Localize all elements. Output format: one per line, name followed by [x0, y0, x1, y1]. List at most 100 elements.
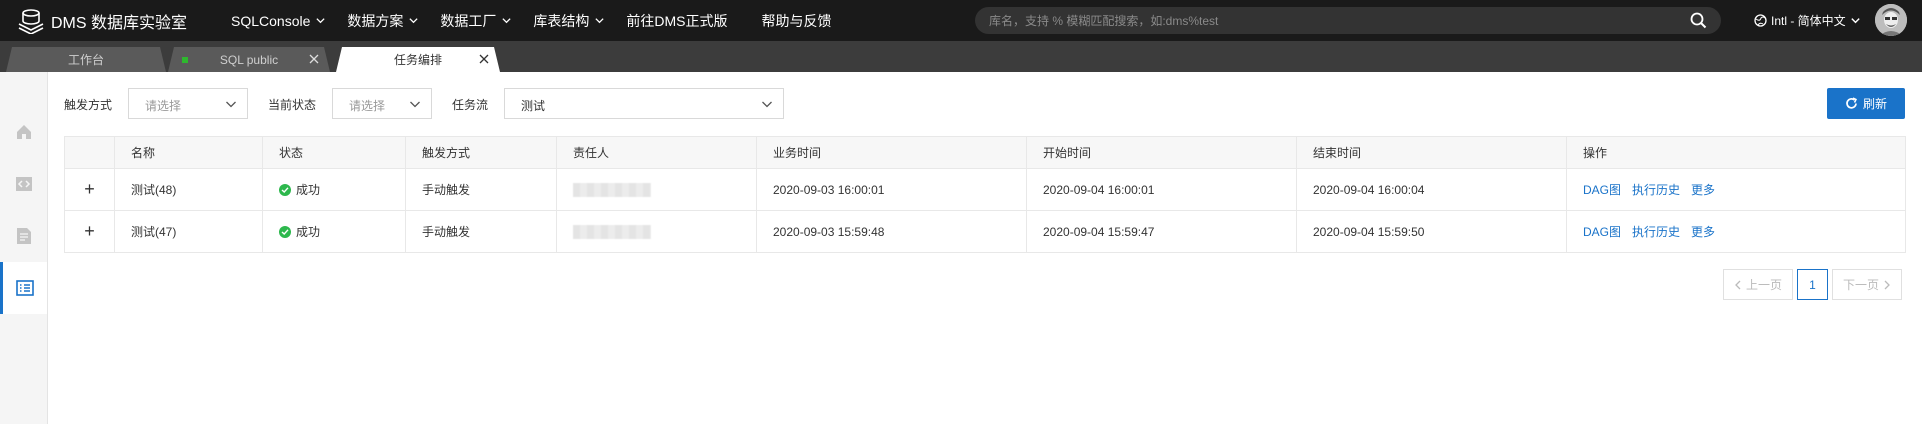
nav-label: 数据工厂 [440, 12, 497, 29]
header-owner: 责任人 [557, 137, 757, 168]
prev-page-button[interactable]: 上一页 [1723, 269, 1793, 300]
nav-data-solution[interactable]: 数据方案 [347, 11, 419, 31]
nav-label: 帮助与反馈 [761, 12, 832, 29]
top-navbar: DMS 数据库实验室 SQLConsole 数据方案 数据工厂 库表结构 前往D… [0, 0, 1922, 41]
chevron-down-icon [502, 18, 512, 24]
biz-time-cell: 2020-09-03 16:00:01 [757, 169, 1027, 210]
document-icon [16, 228, 31, 244]
owner-cell [557, 169, 757, 210]
table-row: + 测试(48) 成功 手动触发 2020-09-03 16:00:01 202… [65, 169, 1905, 211]
check-circle-icon [279, 225, 291, 238]
status-text: 成功 [296, 225, 321, 239]
more-link[interactable]: 更多 [1691, 181, 1715, 198]
chevron-down-icon [1851, 18, 1860, 24]
trigger-cell: 手动触发 [406, 169, 557, 210]
status-cell: 成功 [263, 169, 406, 210]
expand-button[interactable]: + [65, 211, 115, 252]
nav-goto-dms[interactable]: 前往DMS正式版 [626, 11, 727, 31]
prev-label: 上一页 [1745, 278, 1782, 292]
status-badge: 成功 [279, 181, 320, 198]
actions-cell: DAG图 执行历史 更多 [1567, 169, 1905, 210]
check-circle-icon [279, 183, 291, 196]
expand-button[interactable]: + [65, 169, 115, 210]
database-logo-icon [18, 9, 44, 34]
more-link[interactable]: 更多 [1691, 223, 1715, 240]
search-box [975, 7, 1721, 34]
status-text: 成功 [296, 183, 321, 197]
chevron-down-icon [226, 101, 236, 108]
start-time-cell: 2020-09-04 16:00:01 [1027, 169, 1297, 210]
nav-label: SQLConsole [231, 12, 311, 29]
refresh-button[interactable]: 刷新 [1827, 88, 1905, 119]
sidebar-item-sql[interactable] [0, 158, 47, 210]
header-status: 状态 [263, 137, 406, 168]
globe-icon [1754, 14, 1767, 27]
nav-label: 前往DMS正式版 [626, 12, 728, 29]
status-badge: 成功 [279, 223, 320, 240]
app-logo[interactable]: DMS 数据库实验室 [17, 8, 187, 34]
chevron-left-icon [1735, 280, 1741, 289]
nav-data-factory[interactable]: 数据工厂 [440, 11, 512, 31]
sidebar-item-document[interactable] [0, 210, 47, 262]
list-icon [16, 280, 34, 296]
next-label: 下一页 [1842, 278, 1879, 292]
dag-link[interactable]: DAG图 [1583, 223, 1621, 240]
refresh-icon [1846, 97, 1857, 109]
page-number-button[interactable]: 1 [1797, 269, 1828, 300]
main-nav: SQLConsole 数据方案 数据工厂 库表结构 前往DMS正式版 帮助与反馈 [231, 0, 853, 41]
history-link[interactable]: 执行历史 [1632, 223, 1680, 240]
nav-sqlconsole[interactable]: SQLConsole [231, 13, 326, 29]
nav-label: 数据方案 [347, 12, 404, 29]
close-icon[interactable] [308, 53, 320, 65]
sidebar-item-home[interactable] [0, 106, 47, 158]
sidebar-item-task-list[interactable] [0, 262, 47, 314]
search-input[interactable] [989, 7, 1669, 34]
left-sidebar [0, 72, 48, 424]
chevron-down-icon [409, 18, 419, 24]
tab-label: SQL public [219, 52, 279, 67]
task-table: 名称 状态 触发方式 责任人 业务时间 开始时间 结束时间 操作 + 测试(48… [64, 136, 1906, 253]
redacted-owner [573, 182, 651, 197]
tab-label: 工作台 [67, 53, 104, 67]
header-biz-time: 业务时间 [757, 137, 1027, 168]
header-trigger: 触发方式 [406, 137, 557, 168]
trigger-select[interactable]: 请选择 [128, 88, 248, 119]
search-icon[interactable] [1690, 12, 1707, 29]
tab-task-orchestration[interactable]: 任务编排 [336, 47, 500, 72]
end-time-cell: 2020-09-04 16:00:04 [1297, 169, 1567, 210]
redacted-owner [573, 224, 651, 239]
user-avatar-icon [1875, 4, 1907, 36]
chevron-down-icon [762, 101, 772, 108]
task-flow-select[interactable]: 测试 [504, 88, 784, 119]
language-switcher[interactable]: Intl - 简体中文 [1754, 12, 1861, 29]
nav-schema[interactable]: 库表结构 [533, 11, 605, 31]
close-icon[interactable] [478, 53, 490, 65]
select-placeholder: 请选择 [145, 99, 182, 113]
code-icon [15, 177, 32, 191]
status-select[interactable]: 请选择 [332, 88, 432, 119]
select-placeholder: 请选择 [349, 99, 386, 113]
task-name: 测试(48) [115, 169, 263, 210]
tab-workbench[interactable]: 工作台 [6, 47, 166, 72]
biz-time-cell: 2020-09-03 15:59:48 [757, 211, 1027, 252]
trigger-filter-label: 触发方式 [64, 98, 113, 112]
table-header: 名称 状态 触发方式 责任人 业务时间 开始时间 结束时间 操作 [65, 137, 1905, 169]
header-actions: 操作 [1583, 146, 1608, 160]
actions-cell: DAG图 执行历史 更多 [1567, 211, 1905, 252]
nav-help-feedback[interactable]: 帮助与反馈 [762, 11, 832, 31]
owner-cell [557, 211, 757, 252]
end-time-cell: 2020-09-04 15:59:50 [1297, 211, 1567, 252]
avatar[interactable] [1875, 4, 1907, 36]
home-icon [16, 125, 31, 139]
select-value: 测试 [521, 99, 546, 113]
tab-bar: 工作台 SQL public 任务编排 [0, 41, 1922, 72]
header-end-time: 结束时间 [1297, 137, 1567, 168]
history-link[interactable]: 执行历史 [1632, 181, 1680, 198]
refresh-label: 刷新 [1862, 97, 1887, 111]
dag-link[interactable]: DAG图 [1583, 181, 1621, 198]
flow-filter-label: 任务流 [452, 98, 489, 112]
header-expand [65, 137, 115, 168]
tab-sql-public[interactable]: SQL public [168, 47, 330, 72]
next-page-button[interactable]: 下一页 [1832, 269, 1902, 300]
chevron-right-icon [1884, 280, 1890, 289]
